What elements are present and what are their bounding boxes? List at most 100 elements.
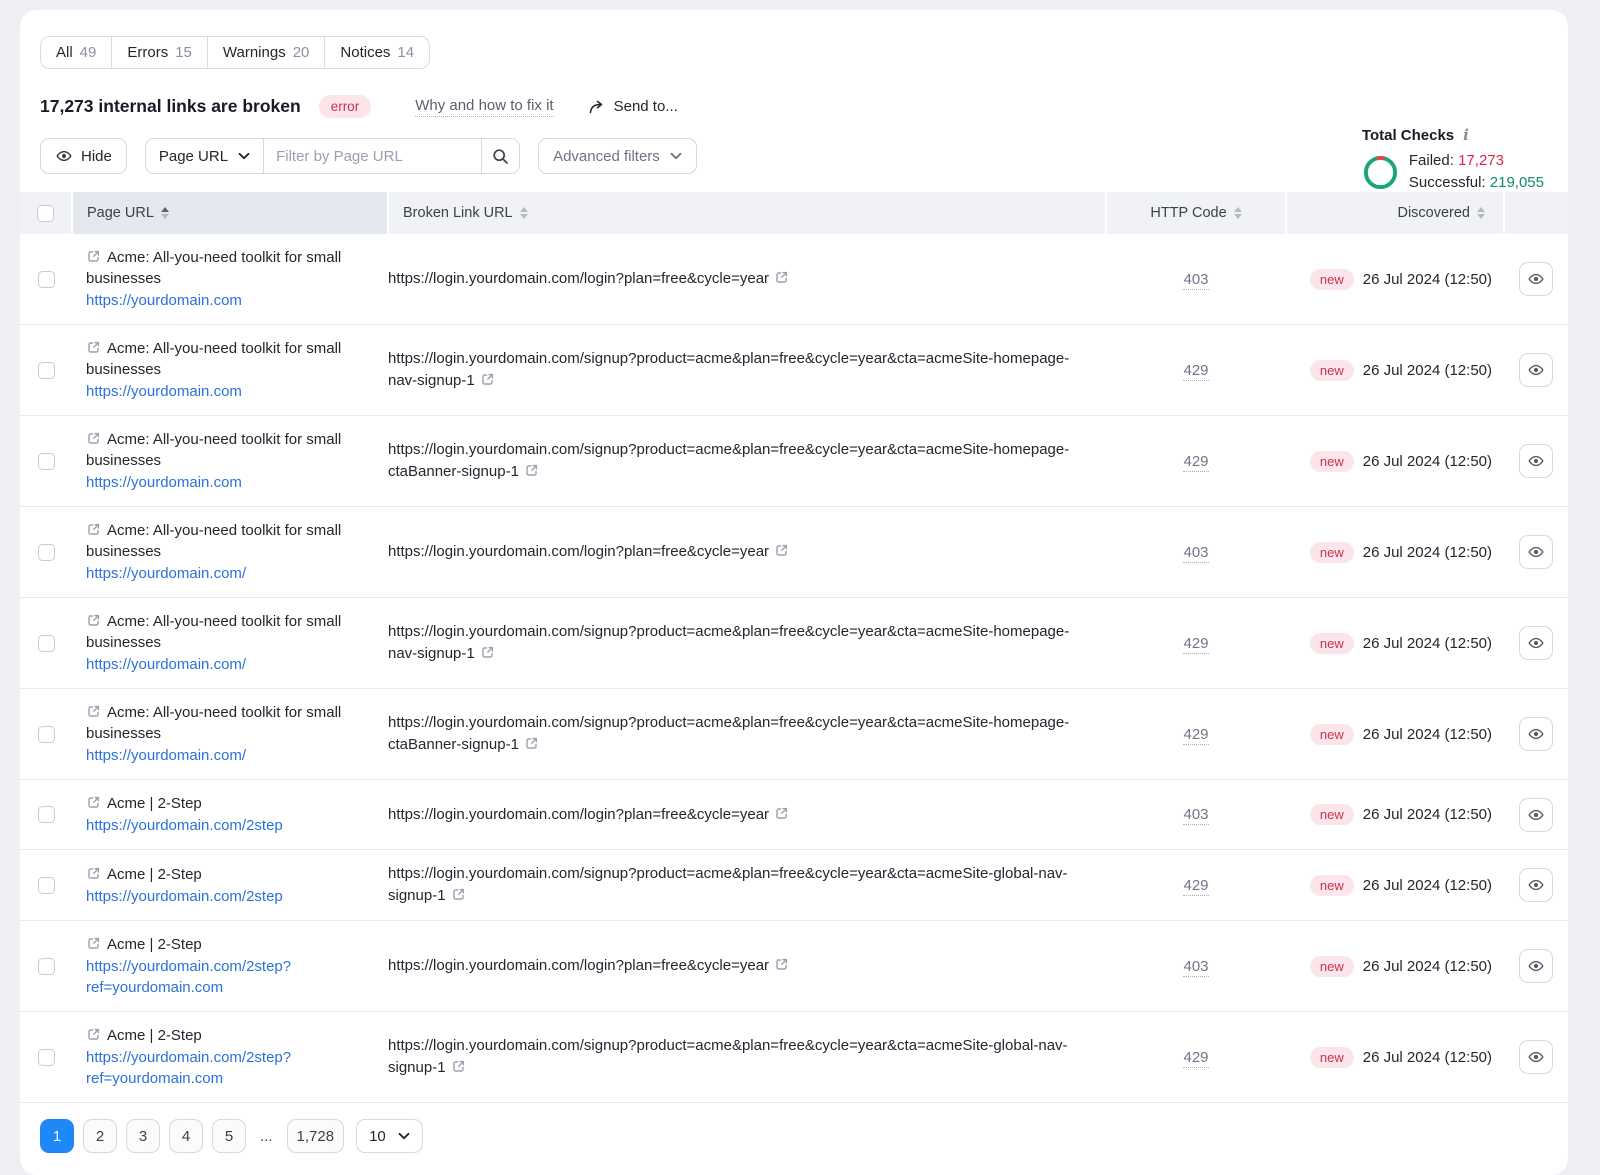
row-checkbox[interactable] [38, 726, 55, 743]
http-code-value[interactable]: 429 [1183, 362, 1208, 381]
eye-icon [1527, 271, 1545, 287]
external-link-icon[interactable] [524, 463, 539, 478]
row-checkbox[interactable] [38, 453, 55, 470]
external-link-icon[interactable] [86, 795, 101, 810]
send-to-button[interactable]: Send to... [588, 98, 678, 115]
http-code-value[interactable]: 403 [1183, 958, 1208, 977]
external-link-icon[interactable] [451, 1059, 466, 1074]
column-header-page-url[interactable]: Page URL [72, 192, 388, 234]
http-code-value[interactable]: 429 [1183, 726, 1208, 745]
row-checkbox[interactable] [38, 362, 55, 379]
external-link-icon[interactable] [774, 270, 789, 285]
external-link-icon[interactable] [86, 866, 101, 881]
view-details-button[interactable] [1519, 444, 1553, 478]
external-link-icon[interactable] [86, 340, 101, 355]
external-link-icon[interactable] [86, 1027, 101, 1042]
row-checkbox[interactable] [38, 271, 55, 288]
page-button-1[interactable]: 1 [40, 1119, 74, 1153]
filter-field-select[interactable]: Page URL [146, 139, 263, 173]
page-button-5[interactable]: 5 [212, 1119, 246, 1153]
page-size-select[interactable]: 10 [356, 1119, 423, 1153]
page-url-header-label: Page URL [87, 205, 154, 221]
sort-icon[interactable] [1234, 207, 1242, 219]
external-link-icon[interactable] [774, 957, 789, 972]
external-link-icon[interactable] [86, 249, 101, 264]
severity-tabs: All 49 Errors 15 Warnings 20 Notices 14 [40, 36, 430, 69]
view-details-button[interactable] [1519, 262, 1553, 296]
page-button-2[interactable]: 2 [83, 1119, 117, 1153]
view-details-button[interactable] [1519, 626, 1553, 660]
page-url-link[interactable]: https://yourdomain.com [86, 381, 374, 402]
external-link-icon[interactable] [451, 887, 466, 902]
view-details-button[interactable] [1519, 1040, 1553, 1074]
external-link-icon[interactable] [86, 613, 101, 628]
http-code-value[interactable]: 429 [1183, 635, 1208, 654]
sort-icon[interactable] [1477, 207, 1485, 219]
http-code-value[interactable]: 429 [1183, 1049, 1208, 1068]
page-button-3[interactable]: 3 [126, 1119, 160, 1153]
http-code-value[interactable]: 403 [1183, 271, 1208, 290]
external-link-icon[interactable] [480, 645, 495, 660]
sort-icon[interactable] [520, 207, 528, 219]
search-button[interactable] [481, 139, 519, 173]
column-header-broken-link[interactable]: Broken Link URL [388, 192, 1106, 234]
advanced-filters-button[interactable]: Advanced filters [538, 138, 697, 174]
page-url-link[interactable]: https://yourdomain.com/ [86, 654, 374, 675]
view-details-button[interactable] [1519, 353, 1553, 387]
view-details-button[interactable] [1519, 798, 1553, 832]
filter-input[interactable] [263, 139, 481, 173]
discovered-date: 26 Jul 2024 (12:50) [1363, 806, 1492, 823]
page-url-link[interactable]: https://yourdomain.com/ [86, 745, 374, 766]
row-checkbox[interactable] [38, 806, 55, 823]
eye-icon [1527, 726, 1545, 742]
why-how-to-fix-link[interactable]: Why and how to fix it [415, 97, 553, 117]
row-checkbox[interactable] [38, 877, 55, 894]
select-all-checkbox[interactable] [37, 205, 54, 222]
new-badge: new [1310, 875, 1354, 896]
row-checkbox[interactable] [38, 1049, 55, 1066]
row-checkbox[interactable] [38, 958, 55, 975]
http-code-value[interactable]: 403 [1183, 544, 1208, 563]
total-checks-panel: Total Checks i Failed: 17,273 Successful… [1362, 126, 1544, 194]
tab-notices[interactable]: Notices 14 [324, 37, 429, 68]
page-button-last[interactable]: 1,728 [287, 1119, 345, 1153]
sort-icon[interactable] [161, 207, 169, 219]
view-details-button[interactable] [1519, 949, 1553, 983]
external-link-icon[interactable] [774, 543, 789, 558]
page-url-link[interactable]: https://yourdomain.com/2step [86, 815, 374, 836]
page-url-link[interactable]: https://yourdomain.com/2step?ref=yourdom… [86, 956, 374, 998]
http-code-value[interactable]: 429 [1183, 453, 1208, 472]
page-url-link[interactable]: https://yourdomain.com/2step?ref=yourdom… [86, 1047, 374, 1089]
info-icon[interactable]: i [1463, 126, 1469, 144]
page-button-4[interactable]: 4 [169, 1119, 203, 1153]
eye-icon [1527, 1049, 1545, 1065]
hide-button[interactable]: Hide [40, 138, 127, 174]
external-link-icon[interactable] [774, 806, 789, 821]
http-code-value[interactable]: 403 [1183, 806, 1208, 825]
column-header-http-code[interactable]: HTTP Code [1106, 192, 1286, 234]
page-url-link[interactable]: https://yourdomain.com/ [86, 563, 374, 584]
external-link-icon[interactable] [480, 372, 495, 387]
row-checkbox[interactable] [38, 635, 55, 652]
view-details-button[interactable] [1519, 868, 1553, 902]
external-link-icon[interactable] [86, 522, 101, 537]
page-url-link[interactable]: https://yourdomain.com [86, 472, 374, 493]
external-link-icon[interactable] [86, 936, 101, 951]
view-details-button[interactable] [1519, 717, 1553, 751]
total-checks-label: Total Checks [1362, 127, 1454, 144]
external-link-icon[interactable] [86, 704, 101, 719]
page-url-link[interactable]: https://yourdomain.com [86, 290, 374, 311]
http-code-value[interactable]: 429 [1183, 877, 1208, 896]
view-details-button[interactable] [1519, 535, 1553, 569]
external-link-icon[interactable] [524, 736, 539, 751]
tab-warnings[interactable]: Warnings 20 [207, 37, 325, 68]
tab-all[interactable]: All 49 [41, 37, 111, 68]
tab-all-count: 49 [80, 44, 97, 61]
new-badge: new [1310, 542, 1354, 563]
row-checkbox[interactable] [38, 544, 55, 561]
page-title-text: Acme: All-you-need toolkit for small bus… [86, 340, 341, 378]
column-header-discovered[interactable]: Discovered [1286, 192, 1504, 234]
page-url-link[interactable]: https://yourdomain.com/2step [86, 886, 374, 907]
external-link-icon[interactable] [86, 431, 101, 446]
tab-errors[interactable]: Errors 15 [111, 37, 207, 68]
